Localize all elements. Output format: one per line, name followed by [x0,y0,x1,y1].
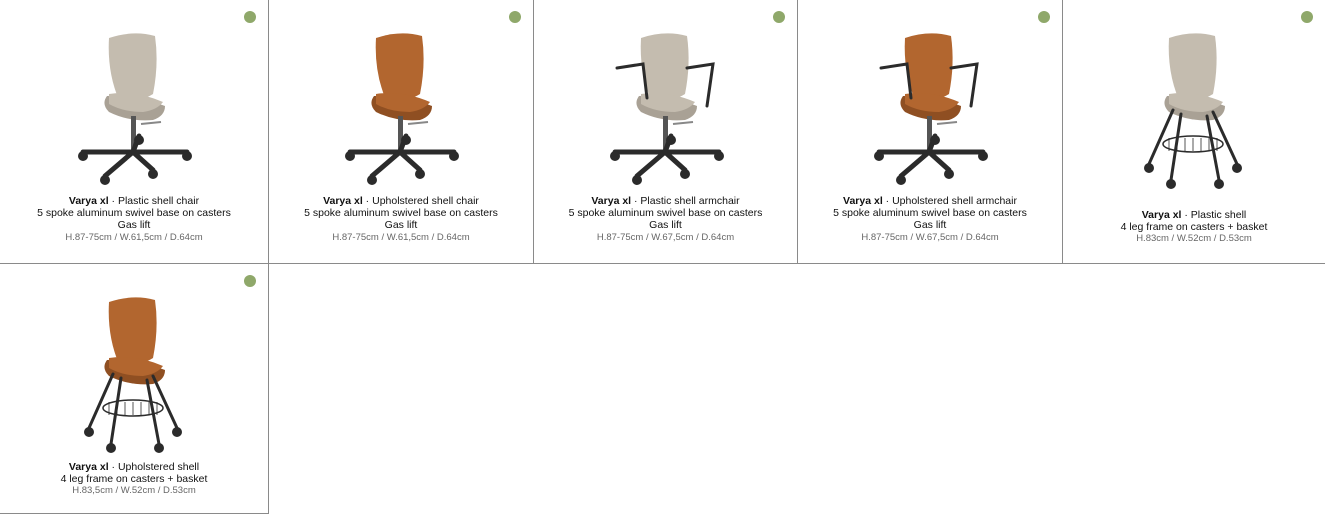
product-base: 5 spoke aluminum swivel base on casters [304,207,498,220]
product-type: Plastic shell armchair [640,195,740,207]
product-base: 4 leg frame on casters + basket [60,473,208,486]
product-base: 4 leg frame on casters + basket [1120,221,1268,234]
product-card[interactable]: Varya xl · Upholstered shell armchair 5 … [798,0,1063,264]
availability-dot-icon [244,275,256,287]
product-mechanism: Gas lift [649,219,682,232]
chair-image [1144,33,1242,189]
title-separator: · [108,461,118,473]
chair-image [609,33,724,185]
product-title-line: Varya xl · Plastic shell [1063,209,1325,221]
product-caption: Varya xl · Upholstered shell 4 leg frame… [0,461,268,498]
product-title-line: Varya xl · Upholstered shell armchair [798,195,1062,207]
product-dimensions: H.87-75cm / W.61,5cm / D.64cm [332,231,470,243]
product-model: Varya xl [68,195,109,207]
product-card[interactable]: Varya xl · Plastic shell chair 5 spoke a… [0,0,269,264]
product-dimensions: H.83cm / W.52cm / D.53cm [1136,233,1252,245]
product-type: Upholstered shell chair [372,195,479,207]
product-dimensions: H.87-75cm / W.61,5cm / D.64cm [65,231,203,243]
title-separator: · [882,195,893,207]
availability-dot-icon [509,11,521,23]
product-type: Plastic shell [1190,209,1247,221]
chair-image [874,33,988,185]
product-caption: Varya xl · Plastic shell 4 leg frame on … [1063,209,1325,246]
product-caption: Varya xl · Plastic shell armchair 5 spok… [534,195,797,244]
product-mechanism: Gas lift [384,219,418,232]
product-card[interactable]: Varya xl · Upholstered shell 4 leg frame… [0,264,269,514]
product-type: Upholstered shell [117,461,200,473]
availability-dot-icon [773,11,785,23]
product-caption: Varya xl · Upholstered shell armchair 5 … [798,195,1062,244]
product-card[interactable]: Varya xl · Plastic shell 4 leg frame on … [1063,0,1325,264]
product-dimensions: H.87-75cm / W.67,5cm / D.64cm [596,231,735,243]
chair-image [345,33,459,185]
availability-dot-icon [1301,11,1313,23]
product-card[interactable]: Varya xl · Plastic shell armchair 5 spok… [534,0,798,264]
product-title-line: Varya xl · Upholstered shell [0,461,268,473]
product-dimensions: H.83,5cm / W.52cm / D.53cm [72,485,196,497]
product-model: Varya xl [1141,209,1182,221]
product-model: Varya xl [843,195,883,207]
product-model: Varya xl [591,195,632,207]
product-model: Varya xl [68,461,109,473]
product-title-line: Varya xl · Plastic shell armchair [534,195,797,207]
product-card[interactable]: Varya xl · Upholstered shell chair 5 spo… [269,0,534,264]
product-title-line: Varya xl · Upholstered shell chair [269,195,533,207]
product-caption: Varya xl · Plastic shell chair 5 spoke a… [0,195,268,244]
product-type: Upholstered shell armchair [892,195,1017,207]
availability-dot-icon [1038,11,1050,23]
chair-image [84,297,182,453]
product-base: 5 spoke aluminum swivel base on casters [37,207,231,220]
product-base: 5 spoke aluminum swivel base on casters [568,207,763,220]
product-dimensions: H.87-75cm / W.67,5cm / D.64cm [861,231,999,243]
product-mechanism: Gas lift [913,219,947,232]
product-caption: Varya xl · Upholstered shell chair 5 spo… [269,195,533,244]
product-model: Varya xl [323,195,363,207]
product-grid: Varya xl · Plastic shell chair 5 spoke a… [0,0,1325,514]
chair-image [78,33,192,185]
title-separator: · [108,195,118,207]
availability-dot-icon [244,11,256,23]
product-base: 5 spoke aluminum swivel base on casters [833,207,1027,220]
title-separator: · [1181,209,1191,221]
product-type: Plastic shell chair [117,195,200,207]
product-mechanism: Gas lift [117,219,151,232]
product-title-line: Varya xl · Plastic shell chair [0,195,268,207]
title-separator: · [362,195,373,207]
